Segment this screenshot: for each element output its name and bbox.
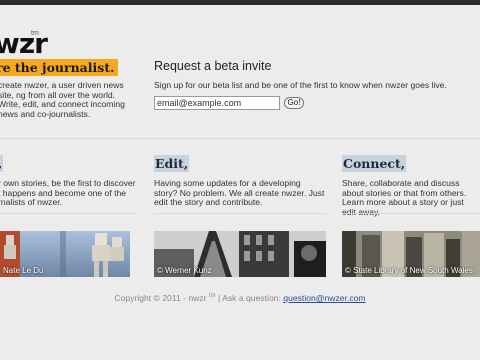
section-divider xyxy=(0,138,480,139)
site-logo[interactable]: wzr xyxy=(0,30,48,58)
column-text-write: r own stories, be the first to discover … xyxy=(0,178,136,208)
photo-credit: © Werner Kunz xyxy=(157,266,212,275)
column-text-connect: Share, collaborate and discuss about sto… xyxy=(342,178,467,217)
column-divider xyxy=(154,213,326,214)
library-photo: © State Library of New South Wales xyxy=(342,231,480,277)
footer-email-link[interactable]: question@nwzer.com xyxy=(283,293,365,303)
column-text-edit: Having some updates for a developing sto… xyxy=(154,178,325,208)
column-heading-write: , xyxy=(0,155,4,172)
beta-title: Request a beta invite xyxy=(154,59,272,73)
top-bar xyxy=(0,0,480,5)
footer-trademark: tm xyxy=(208,293,216,300)
go-button[interactable]: Go! xyxy=(284,97,304,109)
column-divider xyxy=(0,213,136,214)
column-heading-connect: Connect, xyxy=(342,155,407,172)
trademark-mark: tm xyxy=(31,30,39,37)
email-field[interactable] xyxy=(154,96,280,110)
tagline: re the journalist. xyxy=(0,59,119,76)
footer-ask-label: | Ask a question: xyxy=(218,293,281,303)
intro-text: create nwzer, a user driven news site, n… xyxy=(0,80,125,119)
footer: Copyright © 2011 - nwzr tm | Ask a quest… xyxy=(0,293,480,303)
photo-credit: © State Library of New South Wales xyxy=(345,266,473,275)
footer-copyright: Copyright © 2011 - nwzr xyxy=(114,293,207,303)
robots-photo: Nate Le Du xyxy=(0,231,130,277)
column-heading-edit: Edit, xyxy=(154,155,190,172)
paris-photo: © Werner Kunz xyxy=(154,231,326,277)
beta-subtitle: Sign up for our beta list and be one of … xyxy=(154,80,447,90)
column-divider xyxy=(342,213,480,214)
photo-credit: Nate Le Du xyxy=(3,266,44,275)
